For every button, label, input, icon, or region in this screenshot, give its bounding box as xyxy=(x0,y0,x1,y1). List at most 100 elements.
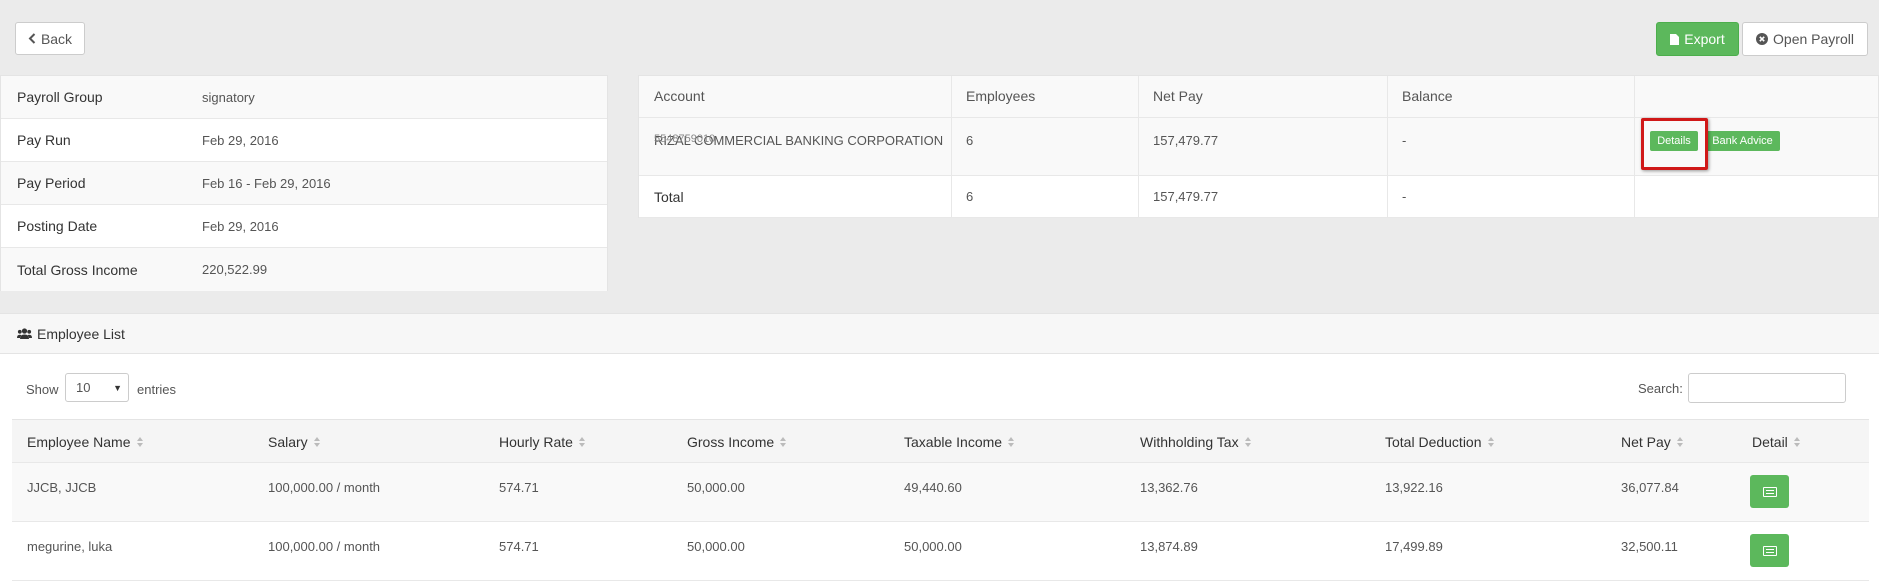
accounts-header-row: Account Employees Net Pay Balance xyxy=(639,76,1878,118)
sort-icon xyxy=(1008,436,1015,448)
column-header-gross-income[interactable]: Gross Income xyxy=(687,434,787,450)
sort-icon xyxy=(780,436,787,448)
column-header-label: Detail xyxy=(1752,434,1788,450)
search-input[interactable] xyxy=(1688,373,1846,403)
employee-name: megurine, luka xyxy=(27,539,113,554)
net-pay: 32,500.11 xyxy=(1621,539,1678,554)
column-header-employee-name[interactable]: Employee Name xyxy=(27,434,144,450)
column-header-label: Employee Name xyxy=(27,434,131,450)
total-deduction: 17,499.89 xyxy=(1385,539,1443,554)
accounts-header-net-pay: Net Pay xyxy=(1153,88,1203,104)
gross-income: 50,000.00 xyxy=(687,539,745,554)
page-length-select[interactable]: 10 ▼ xyxy=(65,373,129,402)
column-header-hourly-rate[interactable]: Hourly Rate xyxy=(499,434,586,450)
column-header-label: Withholding Tax xyxy=(1140,434,1239,450)
column-header-label: Taxable Income xyxy=(904,434,1003,450)
column-header-detail[interactable]: Detail xyxy=(1752,434,1801,450)
sort-icon xyxy=(1676,436,1684,448)
column-divider xyxy=(951,76,952,217)
employee-table: Employee Name Salary Hourly Rate Gross I… xyxy=(12,419,1869,581)
summary-value: signatory xyxy=(202,89,255,105)
export-button[interactable]: Export xyxy=(1656,22,1739,56)
employee-table-header: Employee Name Salary Hourly Rate Gross I… xyxy=(12,419,1869,463)
times-circle-icon xyxy=(1756,33,1769,45)
employee-list-header: Employee List xyxy=(0,314,1879,354)
summary-label: Pay Period xyxy=(17,175,86,191)
chevron-left-icon xyxy=(28,33,36,44)
salary: 100,000.00 / month xyxy=(268,539,381,554)
column-divider xyxy=(1634,76,1635,217)
taxable-income: 50,000.00 xyxy=(904,539,962,554)
column-divider xyxy=(1387,76,1388,217)
table-row: megurine, luka 100,000.00 / month 574.71… xyxy=(12,522,1869,581)
salary: 100,000.00 / month xyxy=(268,480,381,495)
account-employees: 6 xyxy=(966,133,974,148)
taxable-income: 49,440.60 xyxy=(904,480,962,495)
summary-label: Pay Run xyxy=(17,132,71,148)
caret-down-icon: ▼ xyxy=(113,382,122,393)
hourly-rate: 574.71 xyxy=(499,480,539,495)
summary-row-pay-run: Pay Run Feb 29, 2016 xyxy=(1,119,607,162)
payroll-summary-panel: Payroll Group signatory Pay Run Feb 29, … xyxy=(0,75,608,291)
summary-row-pay-period: Pay Period Feb 16 - Feb 29, 2016 xyxy=(1,162,607,205)
open-payroll-label: Open Payroll xyxy=(1773,31,1854,47)
column-header-label: Total Deduction xyxy=(1385,434,1482,450)
column-header-salary[interactable]: Salary xyxy=(268,434,321,450)
list-alt-icon xyxy=(1762,486,1777,497)
page-length-value: 10 xyxy=(76,380,91,395)
accounts-total-row: Total 6 157,479.77 - xyxy=(639,176,1878,218)
column-header-net-pay[interactable]: Net Pay xyxy=(1621,434,1684,450)
bank-advice-button[interactable]: Bank Advice xyxy=(1705,131,1780,151)
column-header-label: Gross Income xyxy=(687,434,775,450)
net-pay: 36,077.84 xyxy=(1621,480,1679,495)
total-label: Total xyxy=(654,189,684,205)
sort-icon xyxy=(1793,436,1801,448)
total-deduction: 13,922.16 xyxy=(1385,480,1443,495)
summary-value: Feb 29, 2016 xyxy=(202,132,279,148)
employee-list-title: Employee List xyxy=(37,325,125,342)
list-alt-icon xyxy=(1762,545,1777,556)
summary-label: Total Gross Income xyxy=(17,261,138,278)
users-icon xyxy=(17,327,32,339)
account-net-pay: 157,479.77 xyxy=(1153,133,1219,148)
summary-row-payroll-group: Payroll Group signatory xyxy=(1,76,607,119)
withholding-tax: 13,362.76 xyxy=(1140,480,1198,495)
sort-icon xyxy=(1487,436,1495,448)
accounts-header-employees: Employees xyxy=(966,88,1036,104)
open-payroll-button[interactable]: Open Payroll xyxy=(1742,22,1868,56)
summary-value: 220,522.99 xyxy=(202,262,268,277)
withholding-tax: 13,874.89 xyxy=(1140,539,1198,554)
sort-icon xyxy=(578,436,586,448)
gross-income: 50,000.00 xyxy=(687,480,745,495)
employee-detail-button[interactable] xyxy=(1750,534,1789,567)
entries-label: entries xyxy=(137,382,177,397)
summary-label: Payroll Group xyxy=(17,89,103,105)
account-number: 5548759010 xyxy=(654,133,716,145)
summary-value: Feb 29, 2016 xyxy=(202,218,279,234)
accounts-header-balance: Balance xyxy=(1402,88,1453,104)
column-header-label: Hourly Rate xyxy=(499,434,573,450)
column-header-total-deduction[interactable]: Total Deduction xyxy=(1385,434,1495,450)
employee-detail-button[interactable] xyxy=(1750,475,1789,508)
employee-list-panel: Employee List Show 10 ▼ entries Search: … xyxy=(0,313,1879,581)
account-details-button[interactable]: Details xyxy=(1650,131,1698,151)
column-header-label: Salary xyxy=(268,434,308,450)
column-header-withholding-tax[interactable]: Withholding Tax xyxy=(1140,434,1252,450)
sort-icon xyxy=(136,436,144,448)
column-divider xyxy=(1138,76,1139,217)
table-row: JJCB, JJCB 100,000.00 / month 574.71 50,… xyxy=(12,463,1869,522)
export-label: Export xyxy=(1684,31,1725,47)
total-balance: - xyxy=(1402,189,1407,204)
column-header-taxable-income[interactable]: Taxable Income xyxy=(904,434,1015,450)
total-net-pay: 157,479.77 xyxy=(1153,189,1219,204)
summary-row-total-gross-income: Total Gross Income 220,522.99 xyxy=(1,248,607,291)
accounts-header-account: Account xyxy=(654,88,705,104)
summary-label: Posting Date xyxy=(17,218,98,234)
show-label: Show xyxy=(26,382,59,397)
sort-icon xyxy=(1244,436,1252,448)
total-employees: 6 xyxy=(966,189,974,204)
back-button[interactable]: Back xyxy=(15,22,85,55)
column-header-label: Net Pay xyxy=(1621,434,1671,450)
hourly-rate: 574.71 xyxy=(499,539,539,554)
employee-name: JJCB, JJCB xyxy=(27,480,97,495)
